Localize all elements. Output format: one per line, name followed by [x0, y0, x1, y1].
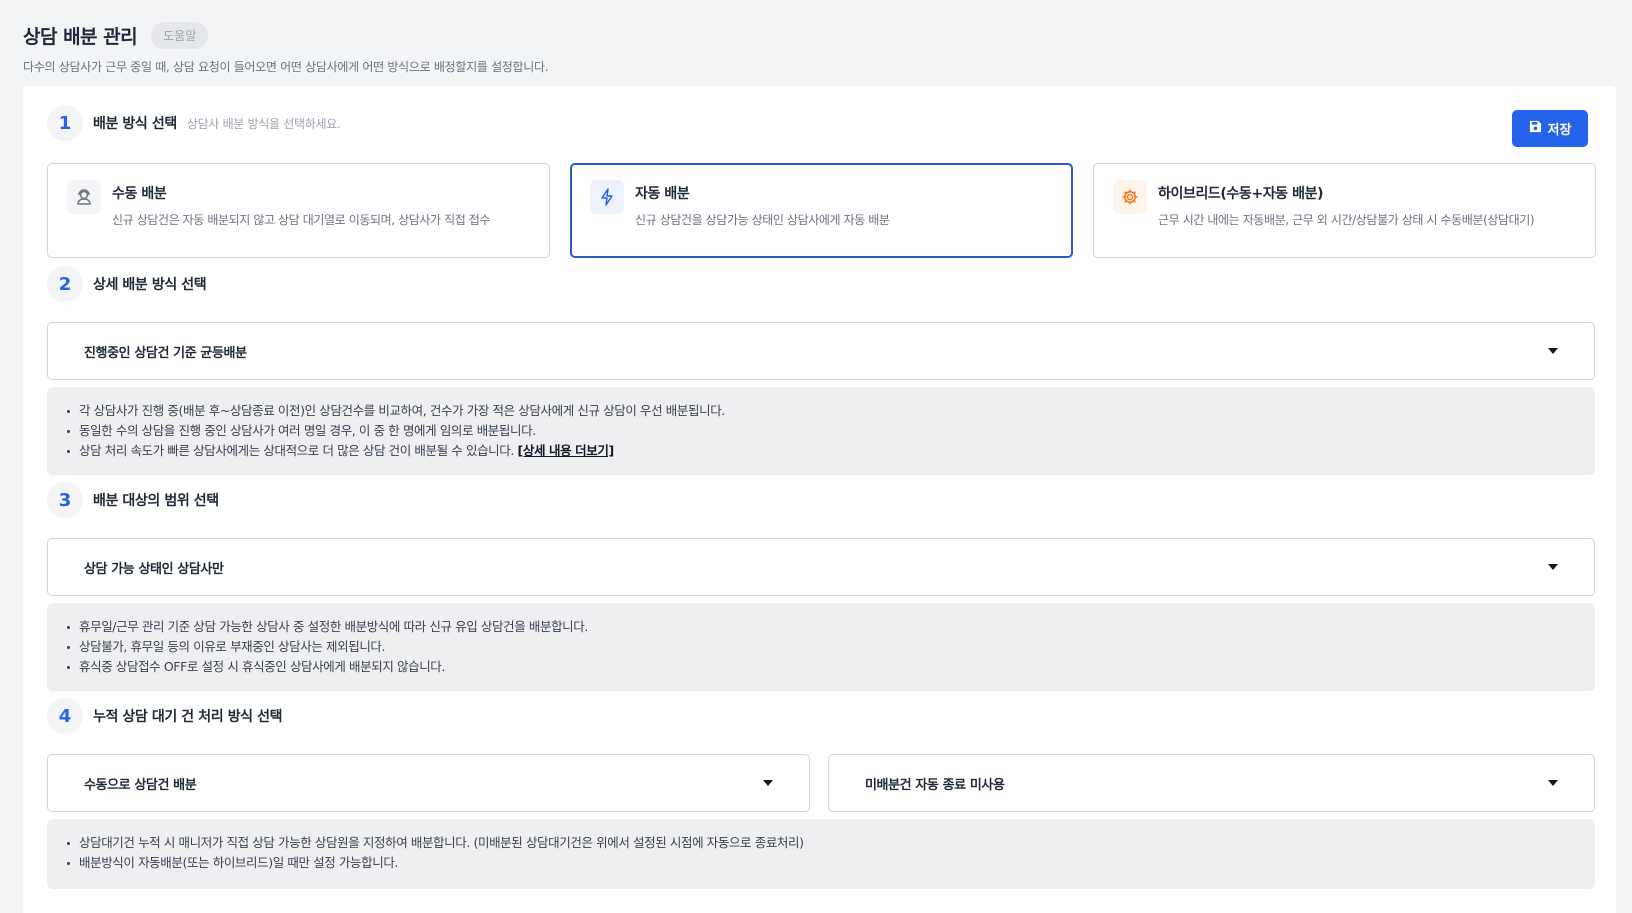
option-description: 신규 상담건은 자동 배분되지 않고 상담 대기열로 이동되며, 상담사가 직접… [112, 213, 491, 227]
step-number: 3 [47, 482, 83, 518]
step-4-header: 4 누적 상담 대기 건 처리 방식 선택 [47, 698, 282, 734]
note-item: 상담불가, 휴무일 등의 이유로 부재중인 상담사는 제외됩니다. [67, 637, 1575, 657]
caret-down-icon [763, 780, 773, 786]
note-item: 휴식중 상담접수 OFF로 설정 시 휴식중인 상담사에게 배분되지 않습니다. [67, 657, 1575, 677]
caret-down-icon [1548, 348, 1558, 354]
detail-method-select[interactable]: 진행중인 상담건 기준 균등배분 [47, 322, 1595, 380]
page-title: 상담 배분 관리 [23, 26, 138, 48]
step-2-header: 2 상세 배분 방식 선택 [47, 266, 207, 302]
option-title: 수동 배분 [112, 186, 167, 202]
note-item: 휴무일/근무 관리 기준 상담 가능한 상담사 중 설정한 배분방식에 따라 신… [67, 617, 1575, 637]
help-button[interactable]: 도움말 [151, 22, 209, 49]
note-item: 상담 처리 속도가 빠른 상담사에게는 상대적으로 더 많은 상담 건이 배분될… [67, 441, 1575, 461]
caret-down-icon [1548, 780, 1558, 786]
page-header: 상담 배분 관리 도움말 다수의 상담사가 근무 중일 때, 상담 요청이 들어… [23, 22, 549, 75]
caret-down-icon [1548, 564, 1558, 570]
option-description: 신규 상담건을 상담가능 상태인 상담사에게 자동 배분 [635, 213, 890, 227]
step-1-header: 1 배분 방식 선택 상담사 배분 방식을 선택하세요. [47, 105, 341, 141]
select-value: 상담 가능 상태인 상담사만 [84, 561, 224, 577]
save-icon [1529, 120, 1542, 137]
note-item: 동일한 수의 상담을 진행 중인 상담사가 여러 명일 경우, 이 중 한 명에… [67, 421, 1575, 441]
save-button[interactable]: 저장 [1512, 110, 1588, 147]
step-number: 1 [47, 105, 83, 141]
note-text: 상담 처리 속도가 빠른 상담사에게는 상대적으로 더 많은 상담 건이 배분될… [79, 443, 514, 458]
lightning-icon [590, 180, 624, 214]
option-hybrid[interactable]: 하이브리드(수동+자동 배분) 근무 시간 내에는 자동배분, 근무 외 시간/… [1093, 163, 1596, 258]
step-number: 4 [47, 698, 83, 734]
detail-method-notes: 각 상담사가 진행 중(배분 후~상담종료 이전)인 상담건수를 비교하여, 건… [47, 387, 1595, 475]
save-label: 저장 [1547, 123, 1572, 138]
option-auto[interactable]: 자동 배분 신규 상담건을 상담가능 상태인 상담사에게 자동 배분 [570, 163, 1073, 258]
backlog-handling-select[interactable]: 수동으로 상담건 배분 [47, 754, 810, 812]
step-title: 배분 방식 선택 [93, 116, 177, 132]
option-title: 하이브리드(수동+자동 배분) [1158, 186, 1324, 202]
step-title: 배분 대상의 범위 선택 [93, 493, 219, 509]
step-title: 누적 상담 대기 건 처리 방식 선택 [93, 709, 283, 725]
option-title: 자동 배분 [635, 186, 690, 202]
step-number: 2 [47, 266, 83, 302]
auto-close-select[interactable]: 미배분건 자동 종료 미사용 [828, 754, 1595, 812]
note-item: 상담대기건 누적 시 매니저가 직접 상담 가능한 상담원을 지정하여 배분합니… [67, 833, 1575, 853]
agent-icon [67, 180, 101, 214]
note-item: 배분방식이 자동배분(또는 하이브리드)일 때만 설정 가능합니다. [67, 853, 1575, 873]
select-value: 진행중인 상담건 기준 균등배분 [84, 345, 247, 361]
step-3-header: 3 배분 대상의 범위 선택 [47, 482, 219, 518]
select-value: 수동으로 상담건 배분 [84, 777, 197, 793]
gear-icon [1113, 180, 1147, 214]
target-scope-select[interactable]: 상담 가능 상태인 상담사만 [47, 538, 1595, 596]
select-value: 미배분건 자동 종료 미사용 [865, 777, 1005, 793]
step-title: 상세 배분 방식 선택 [93, 277, 207, 293]
distribution-method-options: 수동 배분 신규 상담건은 자동 배분되지 않고 상담 대기열로 이동되며, 상… [47, 163, 1596, 258]
note-item: 각 상담사가 진행 중(배분 후~상담종료 이전)인 상담건수를 비교하여, 건… [67, 401, 1575, 421]
option-description: 근무 시간 내에는 자동배분, 근무 외 시간/상담불가 상태 시 수동배분(상… [1158, 213, 1535, 227]
more-details-link[interactable]: [상세 내용 더보기] [518, 443, 615, 458]
settings-panel: 1 배분 방식 선택 상담사 배분 방식을 선택하세요. 저장 수동 배분 신규… [23, 86, 1616, 913]
backlog-handling-notes: 상담대기건 누적 시 매니저가 직접 상담 가능한 상담원을 지정하여 배분합니… [47, 819, 1595, 889]
option-manual[interactable]: 수동 배분 신규 상담건은 자동 배분되지 않고 상담 대기열로 이동되며, 상… [47, 163, 550, 258]
step-subtitle: 상담사 배분 방식을 선택하세요. [186, 116, 341, 131]
page-description: 다수의 상담사가 근무 중일 때, 상담 요청이 들어오면 어떤 상담사에게 어… [23, 60, 549, 74]
target-scope-notes: 휴무일/근무 관리 기준 상담 가능한 상담사 중 설정한 배분방식에 따라 신… [47, 603, 1595, 691]
